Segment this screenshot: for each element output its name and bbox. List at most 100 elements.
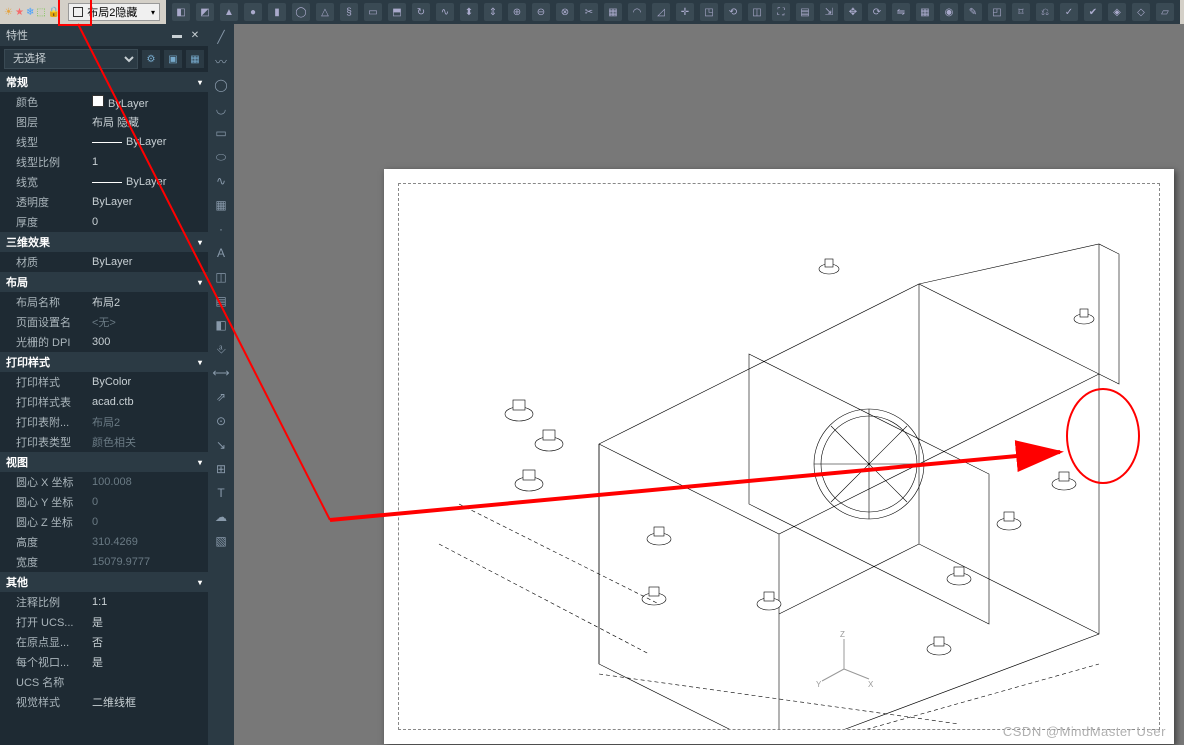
dim-aligned-icon[interactable]: ⇗ — [212, 388, 230, 406]
solidedit-icon[interactable]: ✎ — [964, 3, 982, 21]
visual-styles-icon[interactable]: ◫ — [748, 3, 766, 21]
sweep-icon[interactable]: ∿ — [436, 3, 454, 21]
shell-icon[interactable]: ◰ — [988, 3, 1006, 21]
prop-lineweight[interactable]: 线宽ByLayer — [0, 172, 208, 192]
table-icon[interactable]: ⊞ — [212, 460, 230, 478]
arc-icon[interactable]: ◡ — [212, 100, 230, 118]
planesurf-icon[interactable]: ▱ — [1156, 3, 1174, 21]
prop-thickness[interactable]: 厚度0 — [0, 212, 208, 232]
ellipse-icon[interactable]: ⬭ — [212, 148, 230, 166]
selection-dropdown[interactable]: 无选择 — [4, 49, 138, 69]
block-icon[interactable]: ◧ — [212, 316, 230, 334]
prop-layer[interactable]: 图层布局 隐藏 — [0, 112, 208, 132]
separate-icon[interactable]: ⎌ — [1036, 3, 1054, 21]
freeze-icon[interactable]: ❄ — [26, 4, 34, 20]
cone-icon[interactable]: ▲ — [220, 3, 238, 21]
hatch-icon[interactable]: ▦ — [212, 196, 230, 214]
wedge-icon[interactable]: ◩ — [196, 3, 214, 21]
ucs-icon[interactable]: ✛ — [676, 3, 694, 21]
autohide-icon[interactable]: ▬ — [170, 28, 184, 42]
select-objects-icon[interactable]: ▣ — [164, 50, 182, 68]
section-3d[interactable]: 三维效果▾ — [0, 232, 208, 252]
prop-visual-style[interactable]: 视觉样式二维线框 — [0, 692, 208, 712]
prop-center-x[interactable]: 圆心 X 坐标100.008 — [0, 472, 208, 492]
extrude-icon[interactable]: ⬒ — [388, 3, 406, 21]
prop-height[interactable]: 高度310.4269 — [0, 532, 208, 552]
circle-icon[interactable]: ◯ — [212, 76, 230, 94]
3dmove-icon[interactable]: ✥ — [844, 3, 862, 21]
star-icon[interactable]: ★ — [15, 4, 24, 20]
union-icon[interactable]: ⊕ — [508, 3, 526, 21]
polyline-icon[interactable]: 〰 — [212, 52, 230, 70]
prop-anno-scale[interactable]: 注释比例1:1 — [0, 592, 208, 612]
imprint-icon[interactable]: ⌑ — [1012, 3, 1030, 21]
section-misc[interactable]: 其他▾ — [0, 572, 208, 592]
3dorbit-icon[interactable]: ⟲ — [724, 3, 742, 21]
region-icon[interactable]: ◫ — [212, 268, 230, 286]
revision-cloud-icon[interactable]: ☁ — [212, 508, 230, 526]
torus-icon[interactable]: ◯ — [292, 3, 310, 21]
dim-radius-icon[interactable]: ⊙ — [212, 412, 230, 430]
layout-dropdown[interactable]: 布局2隐藏 ▾ — [68, 3, 160, 21]
prop-layout-name[interactable]: 布局名称布局2 — [0, 292, 208, 312]
section-plot[interactable]: 打印样式▾ — [0, 352, 208, 372]
loft-icon[interactable]: ⬍ — [460, 3, 478, 21]
point-icon[interactable]: · — [212, 220, 230, 238]
prop-material[interactable]: 材质ByLayer — [0, 252, 208, 272]
prop-show-origin[interactable]: 在原点显...否 — [0, 632, 208, 652]
pyramid-icon[interactable]: △ — [316, 3, 334, 21]
prop-ltscale[interactable]: 线型比例1 — [0, 152, 208, 172]
quick-select-icon[interactable]: ⚙ — [142, 50, 160, 68]
prop-linetype[interactable]: 线型ByLayer — [0, 132, 208, 152]
prop-raster-dpi[interactable]: 光栅的 DPI300 — [0, 332, 208, 352]
subtract-icon[interactable]: ⊖ — [532, 3, 550, 21]
interfere-icon[interactable]: ◉ — [940, 3, 958, 21]
leader-icon[interactable]: ↘ — [212, 436, 230, 454]
section-view[interactable]: 视图▾ — [0, 452, 208, 472]
check-icon[interactable]: ✔ — [1084, 3, 1102, 21]
line-icon[interactable]: ╱ — [212, 28, 230, 46]
layer-state-icon[interactable]: ⬚ — [36, 4, 45, 20]
mtext-icon[interactable]: T — [212, 484, 230, 502]
section-general[interactable]: 常规▾ — [0, 72, 208, 92]
close-panel-icon[interactable]: ✕ — [188, 28, 202, 42]
dim-linear-icon[interactable]: ⟷ — [212, 364, 230, 382]
polysolid-icon[interactable]: ▭ — [364, 3, 382, 21]
3dalign-icon[interactable]: ⇲ — [820, 3, 838, 21]
convtosolid-icon[interactable]: ◈ — [1108, 3, 1126, 21]
convtosurface-icon[interactable]: ◇ — [1132, 3, 1150, 21]
sun-icon[interactable]: ☀ — [4, 4, 13, 20]
clean-icon[interactable]: ✓ — [1060, 3, 1078, 21]
fillet-edge-icon[interactable]: ◠ — [628, 3, 646, 21]
prop-plot-style[interactable]: 打印样式ByColor — [0, 372, 208, 392]
sphere-icon[interactable]: ● — [244, 3, 262, 21]
text-icon[interactable]: A — [212, 244, 230, 262]
chamfer-edge-icon[interactable]: ◿ — [652, 3, 670, 21]
table-draw-icon[interactable]: ▤ — [212, 292, 230, 310]
section-layout[interactable]: 布局▾ — [0, 272, 208, 292]
prop-center-z[interactable]: 圆心 Z 坐标0 — [0, 512, 208, 532]
intersect-icon[interactable]: ⊗ — [556, 3, 574, 21]
cylinder-icon[interactable]: ▮ — [268, 3, 286, 21]
helix-icon[interactable]: § — [340, 3, 358, 21]
prop-center-y[interactable]: 圆心 Y 坐标0 — [0, 492, 208, 512]
thicken-icon[interactable]: ▦ — [604, 3, 622, 21]
array3d-icon[interactable]: ▦ — [916, 3, 934, 21]
spline-icon[interactable]: ∿ — [212, 172, 230, 190]
viewcube-icon[interactable]: ◳ — [700, 3, 718, 21]
toggle-pickadd-icon[interactable]: ▦ — [186, 50, 204, 68]
section-icon[interactable]: ⛶ — [772, 3, 790, 21]
drawing-canvas[interactable]: X Y Z CSDN @MindMaster User — [234, 24, 1184, 745]
prop-plot-table-type[interactable]: 打印表类型颜色相关 — [0, 432, 208, 452]
3drotate-icon[interactable]: ⟳ — [868, 3, 886, 21]
prop-plot-style-table[interactable]: 打印样式表acad.ctb — [0, 392, 208, 412]
lock-icon[interactable]: 🔒 — [48, 4, 60, 20]
box-icon[interactable]: ◧ — [172, 3, 190, 21]
revolve-icon[interactable]: ↻ — [412, 3, 430, 21]
prop-ucs-name[interactable]: UCS 名称 — [0, 672, 208, 692]
rectangle-icon[interactable]: ▭ — [212, 124, 230, 142]
prop-width[interactable]: 宽度15079.9777 — [0, 552, 208, 572]
prop-page-setup[interactable]: 页面设置名<无> — [0, 312, 208, 332]
prop-plot-table-attach[interactable]: 打印表附...布局2 — [0, 412, 208, 432]
prop-color[interactable]: 颜色ByLayer — [0, 92, 208, 112]
